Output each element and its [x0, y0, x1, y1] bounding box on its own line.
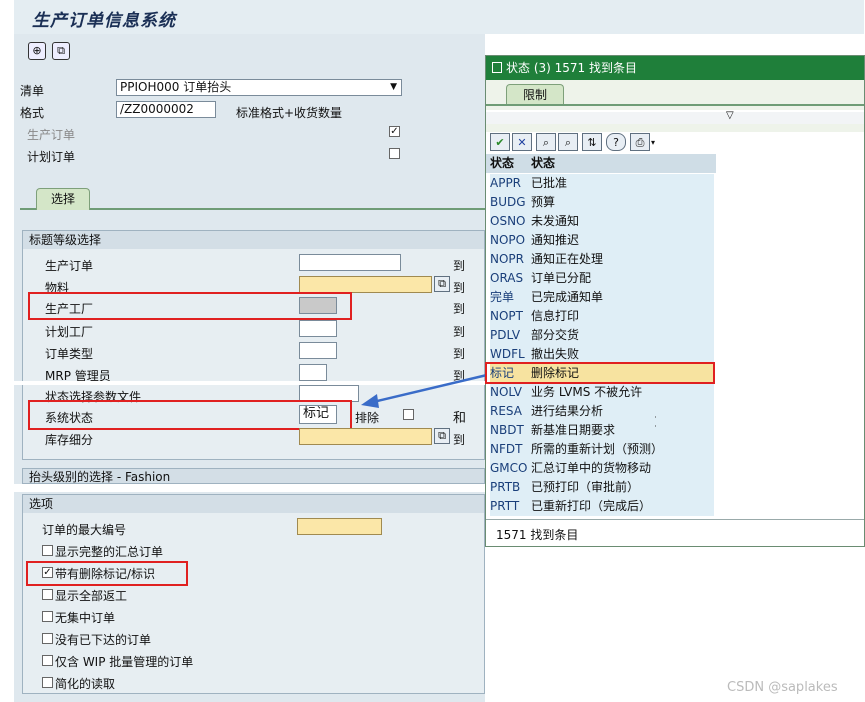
execute-icon[interactable]: ⊕	[28, 42, 46, 60]
prod-order-field[interactable]	[299, 254, 401, 271]
planning-plant-to: 到	[453, 325, 466, 339]
status-popup: 状态 (3) 1571 找到条目 限制 ▽ ✔ ✕ ⌕ ⌕ ⇅ ? ⎙ ▾ 状态…	[485, 55, 865, 547]
order-type-label: 订单类型	[45, 347, 94, 361]
stock-segment-field[interactable]	[299, 428, 432, 445]
option-checkbox[interactable]	[42, 545, 53, 556]
window-icon	[492, 62, 502, 73]
pointer-arrow	[361, 373, 488, 408]
list-value: PPIOH000 订单抬头	[120, 80, 232, 94]
production-order-checkbox[interactable]: ✓	[389, 126, 400, 137]
system-status-field[interactable]: 标记	[299, 405, 337, 424]
highlight-deletion-row	[485, 362, 715, 384]
option-checkbox[interactable]	[42, 611, 53, 622]
system-status-label: 系统状态	[45, 411, 94, 425]
format-description: 标准格式+收货数量	[236, 106, 343, 120]
option-label: 无集中订单	[55, 611, 116, 625]
prod-order-label: 生产订单	[45, 259, 94, 273]
dropdown-icon[interactable]: ▾	[651, 138, 655, 147]
page-title: 生产订单信息系统	[32, 11, 176, 31]
popup-footer: 1571 找到条目	[496, 528, 579, 542]
find-icon[interactable]: ⌕	[536, 133, 556, 151]
sort-icon[interactable]: ⇅	[582, 133, 602, 151]
option-label: 仅含 WIP 批量管理的订单	[55, 655, 194, 669]
planned-order-label: 计划订单	[27, 150, 76, 164]
list-label: 清单	[20, 84, 45, 98]
option-label: 没有已下达的订单	[55, 633, 152, 647]
max-orders-field[interactable]	[297, 518, 382, 535]
tab-line	[486, 104, 864, 106]
tab-restrictions[interactable]: 限制	[506, 84, 564, 105]
group-title: 标题等级选择	[23, 231, 484, 249]
planned-order-checkbox[interactable]	[389, 148, 400, 159]
plant-label: 生产工厂	[45, 302, 94, 316]
find-next-icon[interactable]: ⌕	[558, 133, 578, 151]
option-checkbox[interactable]: ✓	[42, 567, 53, 578]
status-list-overlay	[486, 174, 716, 519]
option-checkbox[interactable]	[42, 677, 53, 688]
divider	[0, 484, 485, 492]
prod-order-to: 到	[453, 259, 466, 273]
header-status-desc[interactable]: 状态	[531, 154, 555, 173]
format-field[interactable]: /ZZ0000002	[116, 101, 216, 118]
option-label: 简化的读取	[55, 677, 116, 691]
order-type-field[interactable]	[299, 342, 337, 359]
fashion-group-title: 抬头级别的选择 - Fashion	[23, 469, 484, 483]
plant-to: 到	[453, 302, 466, 316]
plant-field[interactable]	[299, 297, 337, 314]
tab-selection[interactable]: 选择	[36, 188, 90, 210]
option-label: 显示全部返工	[55, 589, 128, 603]
format-label: 格式	[20, 106, 45, 120]
cancel-icon[interactable]: ✕	[512, 133, 532, 151]
chevron-down-icon[interactable]: ▼	[390, 80, 397, 95]
option-label: 带有删除标记/标识	[55, 567, 156, 581]
print-icon[interactable]: ⎙	[630, 133, 650, 151]
multiple-selection-icon[interactable]: ⧉	[434, 428, 450, 444]
planning-plant-label: 计划工厂	[45, 325, 94, 339]
filter-icon[interactable]: ▽	[726, 110, 734, 121]
help-icon[interactable]: ?	[606, 133, 626, 151]
material-field[interactable]	[299, 276, 432, 293]
order-type-to: 到	[453, 347, 466, 361]
variant-icon[interactable]: ⧉	[52, 42, 70, 60]
multiple-selection-icon[interactable]: ⧉	[434, 276, 450, 292]
stock-segment-to: 到	[453, 433, 466, 447]
material-to: 到	[453, 281, 466, 295]
max-orders-label: 订单的最大编号	[42, 523, 127, 537]
spacer	[486, 124, 864, 132]
scroll-marker: ᐧᐧ	[654, 413, 657, 433]
stock-segment-label: 库存细分	[45, 433, 94, 447]
fashion-group: 抬头级别的选择 - Fashion	[22, 468, 485, 484]
header-status-code[interactable]: 状态	[490, 154, 514, 173]
options-title: 选项	[23, 495, 484, 513]
column-header: 状态 状态	[486, 154, 716, 173]
planning-plant-field[interactable]	[299, 320, 337, 337]
option-checkbox[interactable]	[42, 633, 53, 644]
popup-title: 状态 (3) 1571 找到条目	[486, 56, 864, 80]
option-checkbox[interactable]	[42, 589, 53, 600]
option-checkbox[interactable]	[42, 655, 53, 666]
mrp-controller-field[interactable]	[299, 364, 327, 381]
watermark: CSDN @saplakes	[727, 680, 838, 695]
divider	[486, 519, 864, 520]
option-label: 显示完整的汇总订单	[55, 545, 164, 559]
list-dropdown[interactable]: PPIOH000 订单抬头 ▼	[116, 79, 402, 96]
production-order-label: 生产订单	[27, 128, 76, 142]
confirm-icon[interactable]: ✔	[490, 133, 510, 151]
